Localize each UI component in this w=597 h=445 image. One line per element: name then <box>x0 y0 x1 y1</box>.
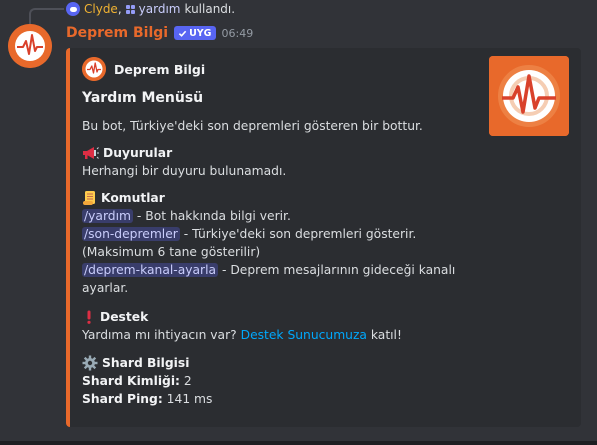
seismograph-icon <box>82 57 106 81</box>
field-shard-info: Shard Bilgisi Shard Kimliği: 2 Shard Pin… <box>82 354 212 408</box>
interaction-suffix: kullandı. <box>184 2 236 16</box>
field-title: Duyurular <box>103 146 173 160</box>
chat-message: Clyde, yardım kullandı. Deprem Bilgi UYG… <box>0 0 597 445</box>
bottom-divider <box>0 441 597 445</box>
field-name: Komutlar <box>82 189 455 207</box>
embed-card: Deprem Bilgi Yardım Menüsü Bu bot, Türki… <box>66 48 581 427</box>
command-description: - Türkiye'deki son depremleri gösterir. <box>179 227 417 241</box>
field-value: /yardım - Bot hakkında bilgi verir. /son… <box>82 207 455 297</box>
shard-id-line: Shard Kimliği: 2 <box>82 372 212 390</box>
clyde-avatar-icon[interactable] <box>66 2 80 16</box>
username[interactable]: Deprem Bilgi <box>66 25 168 41</box>
shard-ping-label: Shard Ping: <box>82 392 163 406</box>
command-line: /yardım - Bot hakkında bilgi verir. <box>82 207 455 225</box>
timestamp[interactable]: 06:49 <box>222 27 254 40</box>
field-title: Shard Bilgisi <box>102 356 190 370</box>
support-server-link[interactable]: Destek Sunucumuza <box>241 328 367 342</box>
field-name: Shard Bilgisi <box>82 354 212 372</box>
command-description: ayarlar. <box>82 281 129 295</box>
support-text: Yardıma mı ihtiyacın var? <box>82 328 241 342</box>
slash-command-icon <box>125 4 135 14</box>
field-title: Komutlar <box>101 191 165 205</box>
field-value: Herhangi bir duyuru bulunamadı. <box>82 164 287 178</box>
command-line: ayarlar. <box>82 279 455 297</box>
command-line: /deprem-kanal-ayarla - Deprem mesajların… <box>82 261 455 279</box>
message-header: Deprem Bilgi UYG 06:49 <box>66 24 253 42</box>
command-mention[interactable]: /son-depremler <box>82 227 180 241</box>
embed-thumbnail[interactable] <box>489 56 569 136</box>
shard-ping-value: 141 ms <box>162 392 213 406</box>
field-name: Duyurular <box>82 144 286 162</box>
interaction-user[interactable]: Clyde <box>84 2 118 16</box>
command-description: - Bot hakkında bilgi verir. <box>133 209 291 223</box>
bot-avatar[interactable] <box>8 24 52 68</box>
app-tag: UYG <box>174 26 216 40</box>
command-description: (Maksimum 6 tane gösterilir) <box>82 245 261 259</box>
interaction-command[interactable]: yardım <box>139 2 181 16</box>
shard-id-value: 2 <box>179 374 192 388</box>
command-mention[interactable]: /yardım <box>82 209 133 223</box>
exclamation-icon <box>87 310 91 324</box>
command-description: - Deprem mesajlarının gideceği kanalı <box>218 263 456 277</box>
seismograph-icon <box>8 24 52 68</box>
reply-spine <box>29 8 64 24</box>
embed-author-name: Deprem Bilgi <box>114 61 206 77</box>
verified-check-icon <box>178 30 187 37</box>
megaphone-icon <box>83 147 99 159</box>
interaction-reference[interactable]: Clyde, yardım kullandı. <box>66 0 235 18</box>
seismograph-logo-icon <box>489 56 569 136</box>
field-name: Destek <box>82 308 402 326</box>
embed-title: Yardım Menüsü <box>82 90 204 106</box>
app-tag-label: UYG <box>189 27 212 39</box>
command-line: (Maksimum 6 tane gösterilir) <box>82 243 455 261</box>
embed-author: Deprem Bilgi <box>82 57 205 81</box>
field-commands: Komutlar /yardım - Bot hakkında bilgi ve… <box>82 189 455 297</box>
author-icon <box>82 57 106 81</box>
field-announcements: Duyurular Herhangi bir duyuru bulunamadı… <box>82 144 286 180</box>
field-title: Destek <box>100 310 149 324</box>
shard-ping-line: Shard Ping: 141 ms <box>82 390 212 408</box>
gear-icon <box>82 355 98 371</box>
field-value: Yardıma mı ihtiyacın var? Destek Sunucum… <box>82 326 402 344</box>
command-mention[interactable]: /deprem-kanal-ayarla <box>82 263 219 277</box>
field-support: Destek Yardıma mı ihtiyacın var? Destek … <box>82 308 402 344</box>
field-value: Shard Kimliği: 2 Shard Ping: 141 ms <box>82 372 212 408</box>
command-line: /son-depremler - Türkiye'deki son deprem… <box>82 225 455 243</box>
shard-id-label: Shard Kimliği: <box>82 374 180 388</box>
scroll-icon <box>83 191 95 205</box>
reply-separator: , <box>117 2 122 16</box>
embed-description: Bu bot, Türkiye'deki son depremleri göst… <box>82 119 423 133</box>
support-text-suffix: katıl! <box>366 328 402 342</box>
